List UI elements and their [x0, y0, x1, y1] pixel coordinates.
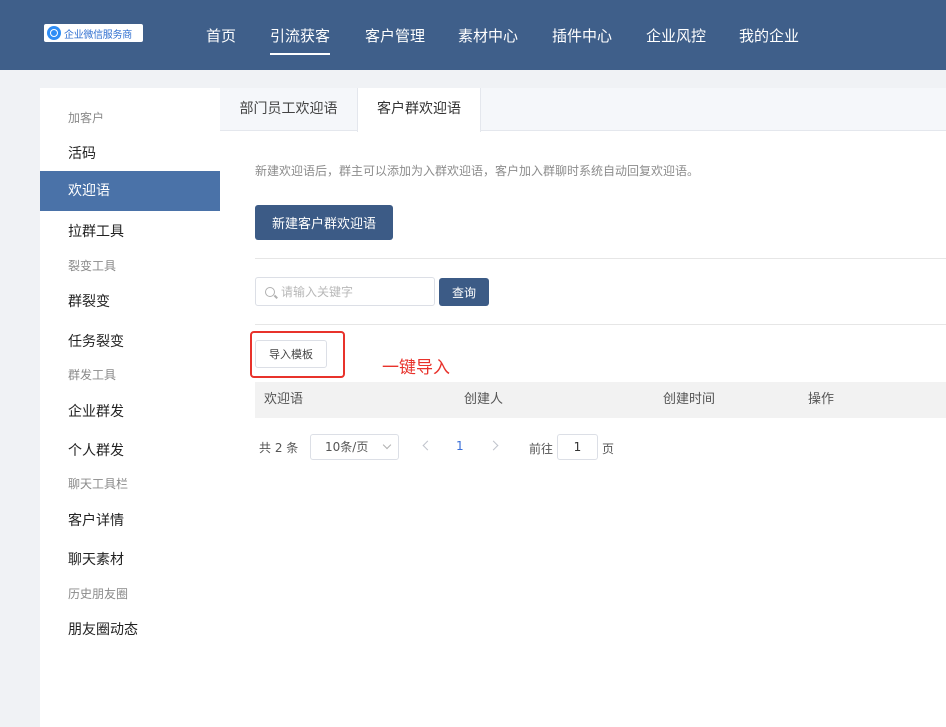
sidebar-item-group-fission[interactable]: 群裂变: [40, 291, 220, 311]
goto-page-input[interactable]: [557, 434, 598, 460]
next-page-icon[interactable]: [488, 440, 499, 451]
search-icon: [265, 286, 275, 297]
sidebar-item-personal-mass-send[interactable]: 个人群发: [40, 440, 220, 460]
nav-item-home[interactable]: 首页: [206, 25, 236, 46]
nav-item-plugin-center[interactable]: 插件中心: [552, 25, 612, 46]
new-group-welcome-button[interactable]: 新建客户群欢迎语: [255, 205, 393, 240]
sidebar-item-customer-details[interactable]: 客户详情: [40, 510, 220, 530]
sidebar-item-enterprise-mass-send[interactable]: 企业群发: [40, 401, 220, 421]
query-button[interactable]: 查询: [439, 278, 489, 306]
table-header: 欢迎语 创建人 创建时间 操作: [255, 382, 946, 418]
sidebar-item-moments-feed[interactable]: 朋友圈动态: [40, 619, 220, 639]
annotation-label: 一键导入: [382, 358, 450, 378]
column-header-creator: 创建人: [464, 392, 504, 407]
sidebar-group-chat-toolbar: 聊天工具栏: [68, 477, 129, 491]
sidebar: 加客户 活码 欢迎语 拉群工具 裂变工具 群裂变 任务裂变 群发工具 企业群发 …: [40, 88, 220, 727]
sidebar-group-mass-send-tools: 群发工具: [68, 368, 117, 382]
tab-group-welcome[interactable]: 客户群欢迎语: [357, 88, 481, 132]
page-number-current[interactable]: 1: [456, 439, 464, 453]
column-header-actions: 操作: [808, 392, 835, 407]
sidebar-group-moments-history: 历史朋友圈: [68, 587, 129, 601]
tab-bar: 部门员工欢迎语 客户群欢迎语: [220, 88, 946, 132]
nav-item-material-center[interactable]: 素材中心: [458, 25, 518, 46]
sidebar-item-live-code[interactable]: 活码: [40, 143, 220, 163]
pagination: 共 2 条 10条/页 1 前往 页: [259, 433, 679, 461]
nav-item-customer-management[interactable]: 客户管理: [365, 25, 425, 46]
annotation-highlight-box: [250, 331, 345, 378]
page-size-value: 10条/页: [325, 440, 369, 454]
sidebar-item-chat-materials[interactable]: 聊天素材: [40, 549, 220, 569]
chevron-down-icon: [382, 440, 392, 450]
nav-item-lead-generation[interactable]: 引流获客: [270, 25, 331, 55]
pagination-total: 共 2 条: [259, 441, 299, 455]
nav-item-my-enterprise[interactable]: 我的企业: [739, 25, 799, 46]
nav-item-risk-control[interactable]: 企业风控: [646, 25, 706, 46]
divider: [255, 324, 946, 325]
search-input[interactable]: [281, 284, 421, 299]
page-size-select[interactable]: 10条/页: [310, 434, 399, 460]
sidebar-item-welcome-message[interactable]: 欢迎语: [40, 171, 220, 211]
column-header-welcome: 欢迎语: [264, 392, 304, 407]
divider: [255, 258, 946, 259]
page-description: 新建欢迎语后，群主可以添加为入群欢迎语，客户加入群聊时系统自动回复欢迎语。: [255, 164, 700, 178]
logo[interactable]: 企业微信服务商: [44, 24, 143, 42]
top-nav-bar: 企业微信服务商 首页 引流获客 客户管理 素材中心 插件中心 企业风控 我的企业: [0, 0, 946, 70]
tab-department-welcome[interactable]: 部门员工欢迎语: [220, 88, 357, 131]
search-field[interactable]: [255, 277, 435, 306]
logo-text: 企业微信服务商: [64, 29, 132, 41]
main-content: 部门员工欢迎语 客户群欢迎语 新建欢迎语后，群主可以添加为入群欢迎语，客户加入群…: [220, 88, 946, 727]
sidebar-group-fission-tools: 裂变工具: [68, 259, 117, 273]
goto-unit-label: 页: [602, 442, 615, 456]
sidebar-group-add-customer: 加客户: [68, 111, 105, 125]
sidebar-item-task-fission[interactable]: 任务裂变: [40, 331, 220, 351]
prev-page-icon[interactable]: [422, 440, 433, 451]
goto-label: 前往: [529, 442, 554, 456]
column-header-created-time: 创建时间: [663, 392, 716, 407]
sidebar-item-group-tool[interactable]: 拉群工具: [40, 221, 220, 241]
wecom-logo-icon: [47, 26, 61, 40]
